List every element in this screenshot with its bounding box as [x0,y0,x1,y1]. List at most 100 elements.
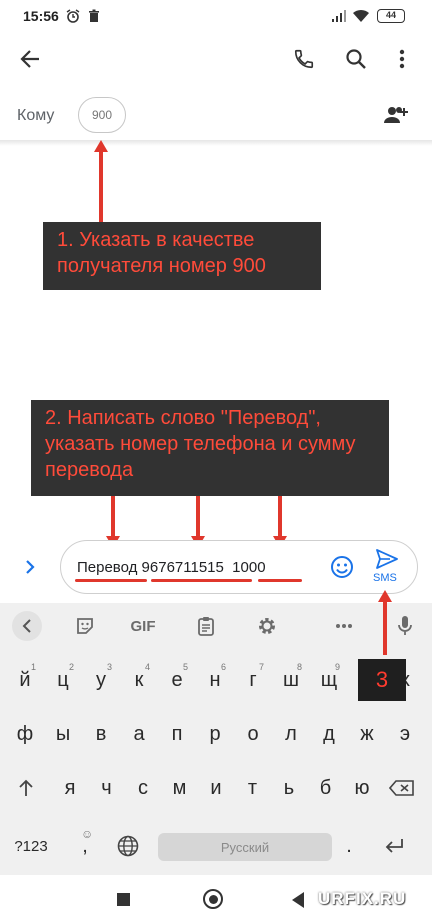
annotation-step-3: 3 [358,659,406,701]
home-button[interactable] [203,889,223,909]
key-е[interactable]: е5 [158,659,196,701]
backspace-key[interactable] [384,767,420,809]
underline-phone [151,579,252,582]
status-time: 15:56 [23,8,59,24]
emoji-icon [331,556,353,578]
clipboard-button[interactable] [191,611,221,641]
underline-amount [258,579,302,582]
chevron-right-icon [26,560,35,574]
annotation-arrow-2c [278,496,282,538]
key-э[interactable]: э [386,713,424,755]
shift-icon [19,779,33,796]
enter-key[interactable] [374,825,414,867]
key-ц[interactable]: ц2 [44,659,82,701]
add-people-icon [384,107,408,123]
trash-icon [87,9,101,23]
comma-key[interactable]: ☺ , [68,825,102,867]
key-т[interactable]: т [235,767,271,809]
key-и[interactable]: и [198,767,234,809]
annotation-step-2: 2. Написать слово "Перевод", указать ном… [31,400,389,496]
divider [0,140,432,146]
add-recipient-button[interactable] [376,95,416,135]
enter-icon [385,839,403,853]
keyboard: GIF й1ц2у3к4е5н6г7ш8щ9з0х фывапролджэ яч… [0,603,432,875]
key-ч[interactable]: ч [89,767,125,809]
globe-icon [117,835,139,857]
key-о[interactable]: о [234,713,272,755]
key-ж[interactable]: ж [348,713,386,755]
search-button[interactable] [336,39,376,79]
key-ь[interactable]: ь [271,767,307,809]
gear-icon [259,618,275,634]
more-options-button[interactable] [382,39,422,79]
battery-indicator: 44 [377,9,405,23]
call-button[interactable] [284,39,324,79]
annotation-step-1: 1. Указать в качестве получателя номер 9… [43,222,321,290]
phone-icon [294,49,314,69]
key-н[interactable]: н6 [196,659,234,701]
key-ы[interactable]: ы [44,713,82,755]
expand-attachments-button[interactable] [10,547,50,587]
period-key[interactable]: . [332,825,366,867]
sticker-icon [77,618,93,634]
send-label: SMS [373,572,397,584]
settings-button[interactable] [252,611,282,641]
toolbar-collapse-button[interactable] [12,611,42,641]
key-а[interactable]: а [120,713,158,755]
key-п[interactable]: п [158,713,196,755]
annotation-arrow-2b [196,496,200,538]
key-hint: 6 [220,662,226,672]
back-button[interactable] [10,39,50,79]
key-р[interactable]: р [196,713,234,755]
annotation-arrow-2a [111,496,115,538]
shift-key[interactable] [8,767,44,809]
app-bar [0,34,432,86]
recipient-chip[interactable]: 900 [78,97,126,133]
annotation-arrow-3 [383,600,387,655]
more-tools-button[interactable] [329,611,359,641]
key-ю[interactable]: ю [344,767,380,809]
alarm-icon [66,9,80,23]
key-ш[interactable]: ш8 [272,659,310,701]
key-hint: 5 [182,662,188,672]
symbols-key[interactable]: ?123 [6,825,56,867]
to-label: Кому [17,107,55,124]
key-л[interactable]: л [272,713,310,755]
key-м[interactable]: м [162,767,198,809]
gif-button[interactable]: GIF [128,611,158,641]
chevron-left-icon [22,619,31,633]
key-я[interactable]: я [52,767,88,809]
space-key[interactable]: Русский [158,833,332,861]
voice-input-button[interactable] [390,611,420,641]
key-у[interactable]: у3 [82,659,120,701]
emoji-button[interactable] [322,547,362,587]
send-button[interactable]: SMS [365,549,409,587]
key-hint: 8 [296,662,302,672]
sticker-button[interactable] [70,611,100,641]
key-label: н [209,668,221,691]
key-label: е [171,668,183,691]
key-ф[interactable]: ф [6,713,44,755]
key-д[interactable]: д [310,713,348,755]
emoji-hint-icon: ☺ [81,827,94,841]
key-б[interactable]: б [308,767,344,809]
key-с[interactable]: с [125,767,161,809]
navigation-bar: URFIX.RU [0,875,432,922]
key-в[interactable]: в [82,713,120,755]
recents-button[interactable] [117,893,130,906]
search-icon [346,49,366,69]
key-щ[interactable]: щ9 [310,659,348,701]
key-г[interactable]: г7 [234,659,272,701]
key-к[interactable]: к4 [120,659,158,701]
key-й[interactable]: й1 [6,659,44,701]
back-nav-button[interactable] [292,892,304,908]
key-label: й [19,668,31,691]
message-text: Перевод 9676711515 1000 [77,559,266,576]
underline-word [75,579,147,582]
key-hint: 3 [106,662,112,672]
send-icon [376,549,398,569]
language-key[interactable] [111,825,145,867]
home-dot-icon [208,894,218,904]
key-hint: 4 [144,662,150,672]
message-input[interactable]: Перевод 9676711515 1000 SMS [60,540,418,594]
